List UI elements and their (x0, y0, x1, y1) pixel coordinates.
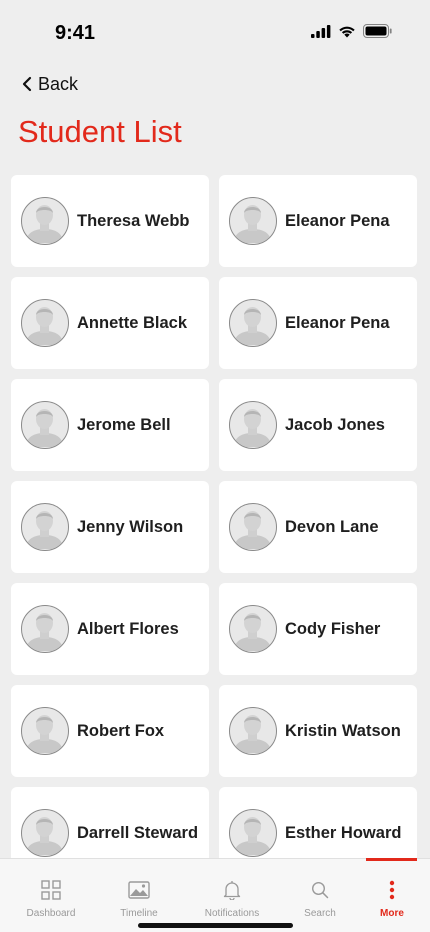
avatar (21, 503, 69, 551)
student-name: Darrell Steward (77, 823, 199, 842)
student-card[interactable]: Kristin Watson (219, 685, 417, 777)
avatar (21, 299, 69, 347)
avatar (21, 809, 69, 857)
student-name: Robert Fox (77, 721, 165, 740)
user-placeholder-icon (26, 205, 63, 243)
chevron-left-icon (22, 76, 32, 92)
user-placeholder-icon (234, 205, 271, 243)
user-placeholder-icon (26, 511, 63, 549)
student-card[interactable]: Theresa Webb (11, 175, 209, 267)
student-name: Jenny Wilson (77, 517, 184, 536)
student-name: Jacob Jones (285, 415, 385, 434)
tab-timeline[interactable]: Timeline (99, 859, 179, 919)
student-name: Cody Fisher (285, 619, 381, 638)
avatar (21, 197, 69, 245)
student-card[interactable]: Eleanor Pena (219, 175, 417, 267)
student-card[interactable]: Robert Fox (11, 685, 209, 777)
student-card[interactable]: Devon Lane (219, 481, 417, 573)
avatar (21, 605, 69, 653)
student-name: Eleanor Pena (285, 313, 390, 332)
user-placeholder-icon (234, 613, 271, 651)
student-name: Theresa Webb (77, 211, 190, 230)
student-grid-inner: Theresa Webb Eleanor Pena Annette Black (11, 175, 417, 858)
dashboard-icon (41, 878, 61, 902)
user-placeholder-icon (234, 307, 271, 345)
student-name: Jerome Bell (77, 415, 171, 434)
user-placeholder-icon (26, 817, 63, 855)
user-placeholder-icon (234, 715, 271, 753)
student-card[interactable]: Eleanor Pena (219, 277, 417, 369)
student-card[interactable]: Jacob Jones (219, 379, 417, 471)
user-placeholder-icon (26, 715, 63, 753)
more-icon (389, 878, 395, 902)
tab-label: Notifications (204, 908, 260, 919)
student-name: Annette Black (77, 313, 188, 332)
status-time: 9:41 (55, 22, 96, 44)
user-placeholder-icon (234, 817, 271, 855)
student-name: Devon Lane (285, 517, 379, 536)
user-placeholder-icon (234, 511, 271, 549)
avatar (229, 605, 277, 653)
back-button[interactable]: Back (22, 72, 78, 96)
tab-more[interactable]: More (352, 859, 430, 919)
search-icon (311, 878, 329, 902)
student-grid: Theresa Webb Eleanor Pena Annette Black (11, 175, 417, 858)
tab-label: More (380, 908, 404, 919)
tab-notifications[interactable]: Notifications (192, 859, 272, 919)
student-name: Kristin Watson (285, 721, 401, 740)
tab-label: Dashboard (26, 908, 76, 919)
avatar (229, 197, 277, 245)
user-placeholder-icon (26, 409, 63, 447)
avatar (21, 401, 69, 449)
tab-bar: Dashboard Timeline Notifications Search … (0, 858, 430, 932)
timeline-icon (128, 878, 150, 902)
student-card[interactable]: Jenny Wilson (11, 481, 209, 573)
student-name: Albert Flores (77, 619, 179, 638)
page-title: Student List (18, 114, 182, 149)
tab-label: Timeline (120, 908, 158, 919)
avatar (21, 707, 69, 755)
student-card[interactable]: Esther Howard (219, 787, 417, 858)
student-card[interactable]: Jerome Bell (11, 379, 209, 471)
avatar (229, 809, 277, 857)
student-card[interactable]: Cody Fisher (219, 583, 417, 675)
bell-icon (223, 878, 241, 902)
student-card[interactable]: Darrell Steward (11, 787, 209, 858)
student-card[interactable]: Annette Black (11, 277, 209, 369)
home-indicator (138, 923, 293, 928)
avatar (229, 707, 277, 755)
avatar (229, 503, 277, 551)
wifi-icon (339, 26, 355, 37)
battery-icon (363, 24, 392, 38)
status-icons (311, 24, 392, 38)
status-bar: 9:41 (0, 0, 430, 60)
tab-search[interactable]: Search (280, 859, 360, 919)
user-placeholder-icon (26, 613, 63, 651)
student-name: Eleanor Pena (285, 211, 390, 230)
back-label: Back (38, 73, 79, 94)
tab-dashboard[interactable]: Dashboard (11, 859, 91, 919)
avatar (229, 401, 277, 449)
user-placeholder-icon (26, 307, 63, 345)
tab-label: Search (304, 908, 336, 919)
student-card[interactable]: Albert Flores (11, 583, 209, 675)
user-placeholder-icon (234, 409, 271, 447)
signal-icon (311, 24, 331, 38)
avatar (229, 299, 277, 347)
student-name: Esther Howard (285, 823, 402, 842)
